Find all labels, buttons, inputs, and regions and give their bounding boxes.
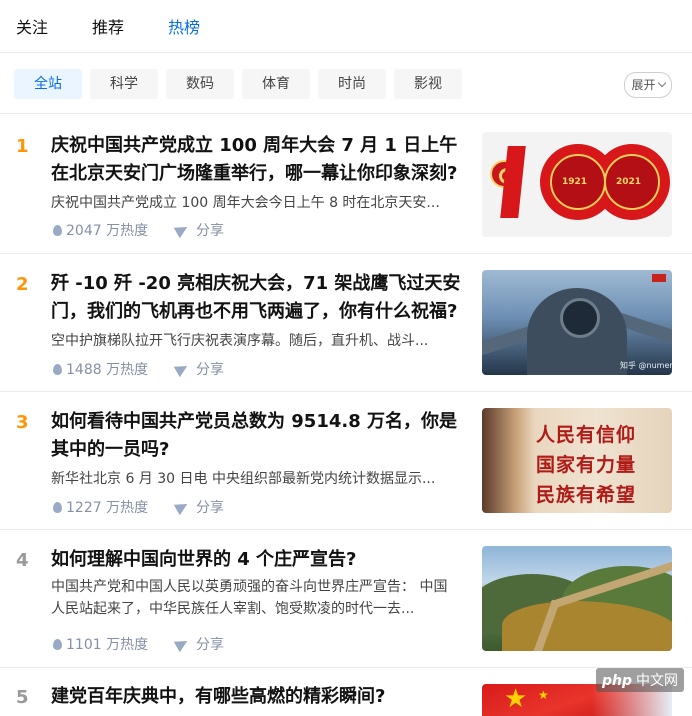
year-left: 1921 <box>562 177 588 187</box>
paper-plane-icon <box>173 635 191 653</box>
channel-logo <box>652 274 666 282</box>
rank-number: 4 <box>16 550 29 571</box>
share-button[interactable]: 分享 <box>173 359 224 379</box>
category-fashion[interactable]: 时尚 <box>318 69 386 99</box>
category-bar: 全站 科学 数码 体育 时尚 影视 <box>0 53 692 114</box>
flame-icon <box>53 364 62 375</box>
star-icon: ★ <box>538 688 549 702</box>
rank-number: 3 <box>16 412 29 433</box>
tab-hot-list[interactable]: 热榜 <box>168 14 200 38</box>
flame-icon <box>53 225 62 236</box>
heat-count: 1227 万热度 <box>53 497 148 517</box>
top-nav: 关注 推荐 热榜 <box>0 0 692 53</box>
question-title[interactable]: 建党百年庆典中，有哪些高燃的精彩瞬间? <box>51 683 471 711</box>
question-title[interactable]: 如何看待中国共产党员总数为 9514.8 万名，你是其中的一员吗? <box>51 408 471 464</box>
excerpt: 空中护旗梯队拉开飞行庆祝表演序幕。随后，直升机、战斗... <box>51 333 429 349</box>
hot-list-item: 1 庆祝中国共产党成立 100 周年大会 7 月 1 日上午在北京天安门广场隆重… <box>0 114 692 254</box>
paper-plane-icon <box>173 221 191 239</box>
chevron-down-icon <box>657 78 666 88</box>
excerpt: 庆祝中国共产党成立 100 周年大会今日上午 8 时在北京天安... <box>51 195 440 211</box>
hot-list-item: 2 歼 -10 歼 -20 亮相庆祝大会，71 架战鹰飞过天安门，我们的飞机再也… <box>0 254 692 392</box>
category-film[interactable]: 影视 <box>394 69 462 99</box>
year-right: 2021 <box>616 177 642 187</box>
category-sports[interactable]: 体育 <box>242 69 310 99</box>
thumbnail-image[interactable]: 知乎 @numerical <box>482 270 672 375</box>
slogan-line: 国家有力量 <box>536 454 637 476</box>
question-title[interactable]: 歼 -10 歼 -20 亮相庆祝大会，71 架战鹰飞过天安门，我们的飞机再也不用… <box>51 270 471 326</box>
share-button[interactable]: 分享 <box>173 497 224 517</box>
category-digital[interactable]: 数码 <box>166 69 234 99</box>
question-title[interactable]: 如何理解中国向世界的 4 个庄严宣告? <box>51 546 471 574</box>
category-all[interactable]: 全站 <box>14 69 82 99</box>
site-watermark: php 中文网 <box>596 668 685 692</box>
star-icon: ★ <box>504 684 528 714</box>
flame-icon <box>53 639 62 650</box>
expand-label: 展开 <box>631 78 656 92</box>
hot-list-item: 4 如何理解中国向世界的 4 个庄严宣告? 中国共产党和中国人民以英勇顽强的奋斗… <box>0 530 692 668</box>
paper-plane-icon <box>173 498 191 516</box>
excerpt: 中国共产党和中国人民以英勇顽强的奋斗向世界庄严宣告： 中国人民站起来了，中华民族… <box>51 579 448 617</box>
excerpt: 新华社北京 6 月 30 日电 中央组织部最新党内统计数据显示... <box>51 471 436 487</box>
hot-list-item: 3 如何看待中国共产党员总数为 9514.8 万名，你是其中的一员吗? 新华社北… <box>0 392 692 530</box>
question-title[interactable]: 庆祝中国共产党成立 100 周年大会 7 月 1 日上午在北京天安门广场隆重举行… <box>51 132 471 188</box>
heat-count: 2047 万热度 <box>53 220 148 240</box>
paper-plane-icon <box>173 360 191 378</box>
tab-follow[interactable]: 关注 <box>16 14 48 38</box>
tab-recommend[interactable]: 推荐 <box>92 14 124 38</box>
rank-number: 5 <box>16 687 29 708</box>
rank-number: 1 <box>16 136 29 157</box>
heat-count: 1488 万热度 <box>53 359 148 379</box>
thumbnail-image[interactable] <box>482 546 672 651</box>
image-watermark: 知乎 @numerical <box>620 361 672 370</box>
flame-icon <box>53 502 62 513</box>
expand-button[interactable]: 展开 <box>624 72 672 98</box>
category-science[interactable]: 科学 <box>90 69 158 99</box>
heat-count: 1101 万热度 <box>53 634 148 654</box>
share-button[interactable]: 分享 <box>173 634 224 654</box>
hot-list-item: 5 建党百年庆典中，有哪些高燃的精彩瞬间? ★ ★ <box>0 668 692 716</box>
rank-number: 2 <box>16 274 29 295</box>
thumbnail-image[interactable]: 1921 2021 <box>482 132 672 237</box>
pilot-helmet <box>560 298 600 338</box>
thumbnail-image[interactable]: 人民有信仰 国家有力量 民族有希望 <box>482 408 672 513</box>
slogan-line: 人民有信仰 <box>536 424 637 446</box>
slogan-line: 民族有希望 <box>536 484 637 506</box>
share-button[interactable]: 分享 <box>173 220 224 240</box>
